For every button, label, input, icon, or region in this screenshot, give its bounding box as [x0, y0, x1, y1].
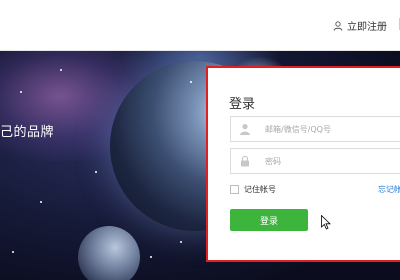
mouse-cursor-icon: [321, 215, 331, 230]
login-title: 登录: [229, 97, 256, 112]
register-label: 立即注册: [347, 22, 387, 33]
forgot-account-link[interactable]: 忘记帐: [378, 184, 400, 195]
account-input[interactable]: [265, 121, 400, 137]
register-link[interactable]: 立即注册: [333, 18, 387, 33]
remember-account[interactable]: 记住帐号: [230, 184, 276, 195]
star: [95, 171, 97, 173]
user-icon: [240, 124, 250, 135]
star: [180, 241, 182, 243]
remember-checkbox[interactable]: [230, 185, 239, 194]
remember-label: 记住帐号: [244, 185, 276, 194]
star: [60, 69, 62, 71]
star: [20, 91, 22, 93]
lock-icon: [241, 155, 249, 167]
password-field[interactable]: [230, 148, 400, 174]
star: [40, 201, 42, 203]
star: [150, 256, 152, 258]
star: [190, 81, 192, 83]
brand-slogan: 己的品牌: [0, 125, 55, 140]
account-field[interactable]: [230, 116, 400, 142]
top-header: 立即注册: [0, 0, 400, 51]
user-icon: [333, 20, 343, 31]
star: [12, 251, 14, 253]
password-input[interactable]: [265, 153, 400, 169]
moon-image: [78, 226, 140, 280]
login-button[interactable]: 登录: [230, 209, 308, 231]
login-panel: 登录 记住帐号 忘记帐 登录: [206, 66, 400, 262]
